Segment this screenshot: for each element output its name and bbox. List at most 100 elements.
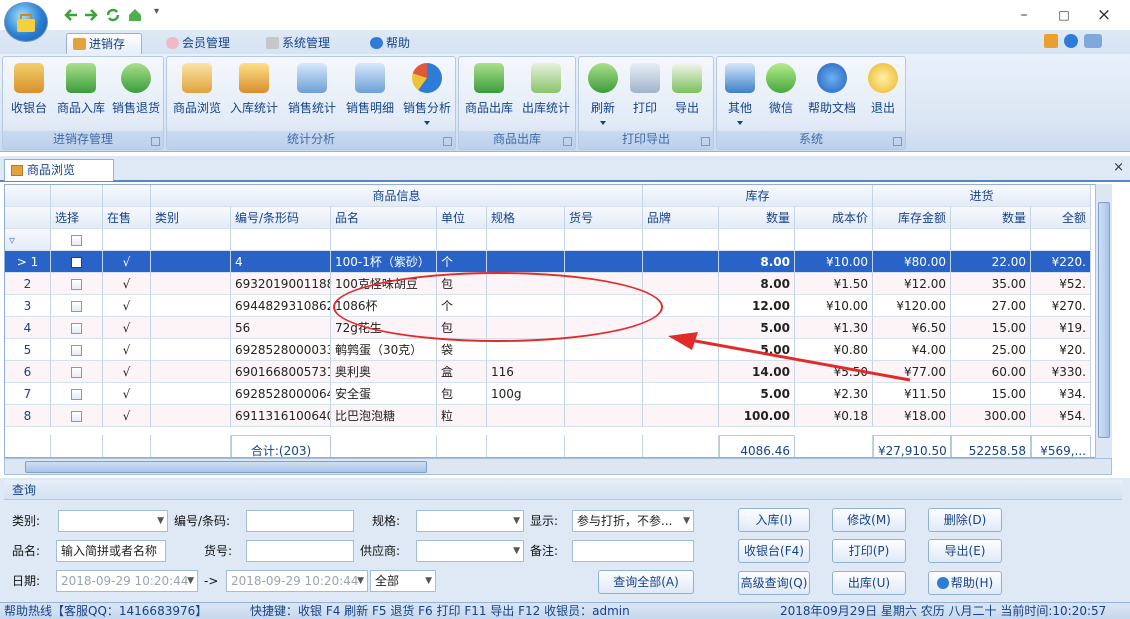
code-input[interactable] xyxy=(246,510,354,532)
column-header[interactable]: 类别 xyxy=(151,207,231,229)
spec-select[interactable]: ▼ xyxy=(416,510,524,532)
select-all-checkbox[interactable] xyxy=(71,235,82,246)
scroll-thumb[interactable] xyxy=(1098,202,1110,438)
print-button[interactable]: 打印(P) xyxy=(832,539,906,563)
doc-close-icon[interactable]: × xyxy=(1113,160,1124,175)
range-select[interactable]: 全部 ▼ xyxy=(370,570,436,592)
column-header[interactable]: 规格 xyxy=(487,207,565,229)
filter-cell[interactable] xyxy=(873,229,951,251)
filter-cell[interactable] xyxy=(1031,229,1091,251)
group-launcher-icon[interactable] xyxy=(151,137,160,146)
row-checkbox[interactable] xyxy=(71,389,82,400)
quick-access-dropdown-icon[interactable]: ▾ xyxy=(154,6,159,17)
row-number[interactable]: > 1 xyxy=(5,251,51,273)
row-number[interactable]: 3 xyxy=(5,295,51,317)
filter-cell[interactable] xyxy=(795,229,873,251)
column-header[interactable]: 数量 xyxy=(719,207,795,229)
ribbon-btn-browse[interactable]: 商品浏览 xyxy=(169,59,225,129)
row-checkbox[interactable] xyxy=(71,323,82,334)
horizontal-scrollbar[interactable] xyxy=(4,458,1112,475)
back-icon[interactable] xyxy=(62,6,80,24)
stock-out-button[interactable]: 出库(U) xyxy=(832,571,906,595)
forward-icon[interactable] xyxy=(82,6,100,24)
query-all-button[interactable]: 查询全部(A) xyxy=(598,570,694,594)
pos-button[interactable]: 收银台(F4) xyxy=(738,539,810,563)
filter-cell[interactable] xyxy=(331,229,437,251)
ribbon-btn-exit[interactable]: 退出 xyxy=(863,59,903,129)
show-select[interactable]: 参与打折，不参... ▼ xyxy=(572,510,694,532)
tab-members[interactable]: 会员管理 xyxy=(160,33,240,54)
ribbon-btn-sales-analysis[interactable]: 销售分析 xyxy=(399,59,455,129)
home-icon[interactable] xyxy=(126,6,144,24)
cart-icon[interactable] xyxy=(1044,34,1058,48)
column-header[interactable]: 成本价 xyxy=(795,207,873,229)
date-to-picker[interactable]: 2018-09-29 10:20:44 ▼ xyxy=(226,570,368,592)
ribbon-btn-other[interactable]: 其他 xyxy=(721,59,759,129)
row-checkbox[interactable] xyxy=(71,345,82,356)
edit-button[interactable]: 修改(M) xyxy=(832,508,906,532)
filter-cell[interactable] xyxy=(103,229,151,251)
column-header[interactable]: 货号 xyxy=(565,207,643,229)
export-button[interactable]: 导出(E) xyxy=(928,539,1002,563)
column-header[interactable]: 编号/条形码 xyxy=(231,207,331,229)
row-select-cell[interactable] xyxy=(51,339,103,361)
ribbon-btn-print[interactable]: 打印 xyxy=(625,59,665,129)
filter-cell[interactable] xyxy=(231,229,331,251)
info-icon[interactable] xyxy=(1064,34,1078,48)
row-select-cell[interactable] xyxy=(51,295,103,317)
row-number[interactable]: 6 xyxy=(5,361,51,383)
column-header[interactable]: 选择 xyxy=(51,207,103,229)
ribbon-btn-stock-out[interactable]: 商品出库 xyxy=(461,59,517,129)
row-checkbox[interactable] xyxy=(71,411,82,422)
row-number[interactable]: 4 xyxy=(5,317,51,339)
refresh-quick-icon[interactable] xyxy=(104,6,122,24)
column-header[interactable]: 品牌 xyxy=(643,207,719,229)
row-checkbox[interactable] xyxy=(71,257,82,268)
ribbon-btn-stock-in[interactable]: 商品入库 xyxy=(53,59,109,129)
row-number[interactable]: 5 xyxy=(5,339,51,361)
group-launcher-icon[interactable] xyxy=(893,137,902,146)
close-button[interactable]: × xyxy=(1082,4,1126,26)
filter-select-all[interactable] xyxy=(51,229,103,251)
tab-help[interactable]: 帮助 xyxy=(364,33,424,54)
filter-cell[interactable] xyxy=(951,229,1031,251)
ribbon-btn-pos[interactable]: 收银台 xyxy=(5,59,53,129)
filter-cell[interactable] xyxy=(151,229,231,251)
row-checkbox[interactable] xyxy=(71,367,82,378)
row-number[interactable]: 2 xyxy=(5,273,51,295)
ribbon-btn-stockout-stats[interactable]: 出库统计 xyxy=(517,59,575,129)
filter-cell[interactable] xyxy=(565,229,643,251)
tab-system[interactable]: 系统管理 xyxy=(260,33,346,54)
row-checkbox[interactable] xyxy=(71,301,82,312)
column-header[interactable]: 在售 xyxy=(103,207,151,229)
row-select-cell[interactable] xyxy=(51,317,103,339)
ribbon-btn-return[interactable]: 销售退货 xyxy=(109,59,163,129)
ribbon-btn-wechat[interactable]: 微信 xyxy=(761,59,801,129)
name-input[interactable]: 输入简拼或者名称 xyxy=(56,540,166,562)
ribbon-btn-refresh[interactable]: 刷新 xyxy=(583,59,623,129)
scroll-thumb[interactable] xyxy=(25,461,427,473)
column-header[interactable]: 品名 xyxy=(331,207,437,229)
ribbon-btn-help-doc[interactable]: 帮助文档 xyxy=(803,59,861,129)
row-select-cell[interactable] xyxy=(51,251,103,273)
advanced-query-button[interactable]: 高级查询(Q) xyxy=(738,571,810,595)
supplier-select[interactable]: ▼ xyxy=(416,540,524,562)
row-select-cell[interactable] xyxy=(51,405,103,427)
filter-cell[interactable] xyxy=(643,229,719,251)
ribbon-btn-export[interactable]: 导出 xyxy=(667,59,707,129)
group-launcher-icon[interactable] xyxy=(701,137,710,146)
column-header[interactable]: 库存金额 xyxy=(873,207,951,229)
skin-icon[interactable] xyxy=(1084,34,1102,48)
row-number[interactable]: 8 xyxy=(5,405,51,427)
tab-inventory[interactable]: 进销存 xyxy=(66,33,142,54)
minimize-button[interactable]: – xyxy=(1002,4,1046,26)
row-select-cell[interactable] xyxy=(51,383,103,405)
note-input[interactable] xyxy=(572,540,694,562)
filter-cell[interactable] xyxy=(719,229,795,251)
maximize-button[interactable]: □ xyxy=(1042,4,1086,26)
help-button[interactable]: 帮助(H) xyxy=(928,571,1002,595)
column-header[interactable]: 数量 xyxy=(951,207,1031,229)
column-header[interactable]: 全额 xyxy=(1031,207,1091,229)
category-select[interactable]: ▼ xyxy=(58,510,168,532)
doc-tab-product-browse[interactable]: 商品浏览 xyxy=(4,159,114,181)
